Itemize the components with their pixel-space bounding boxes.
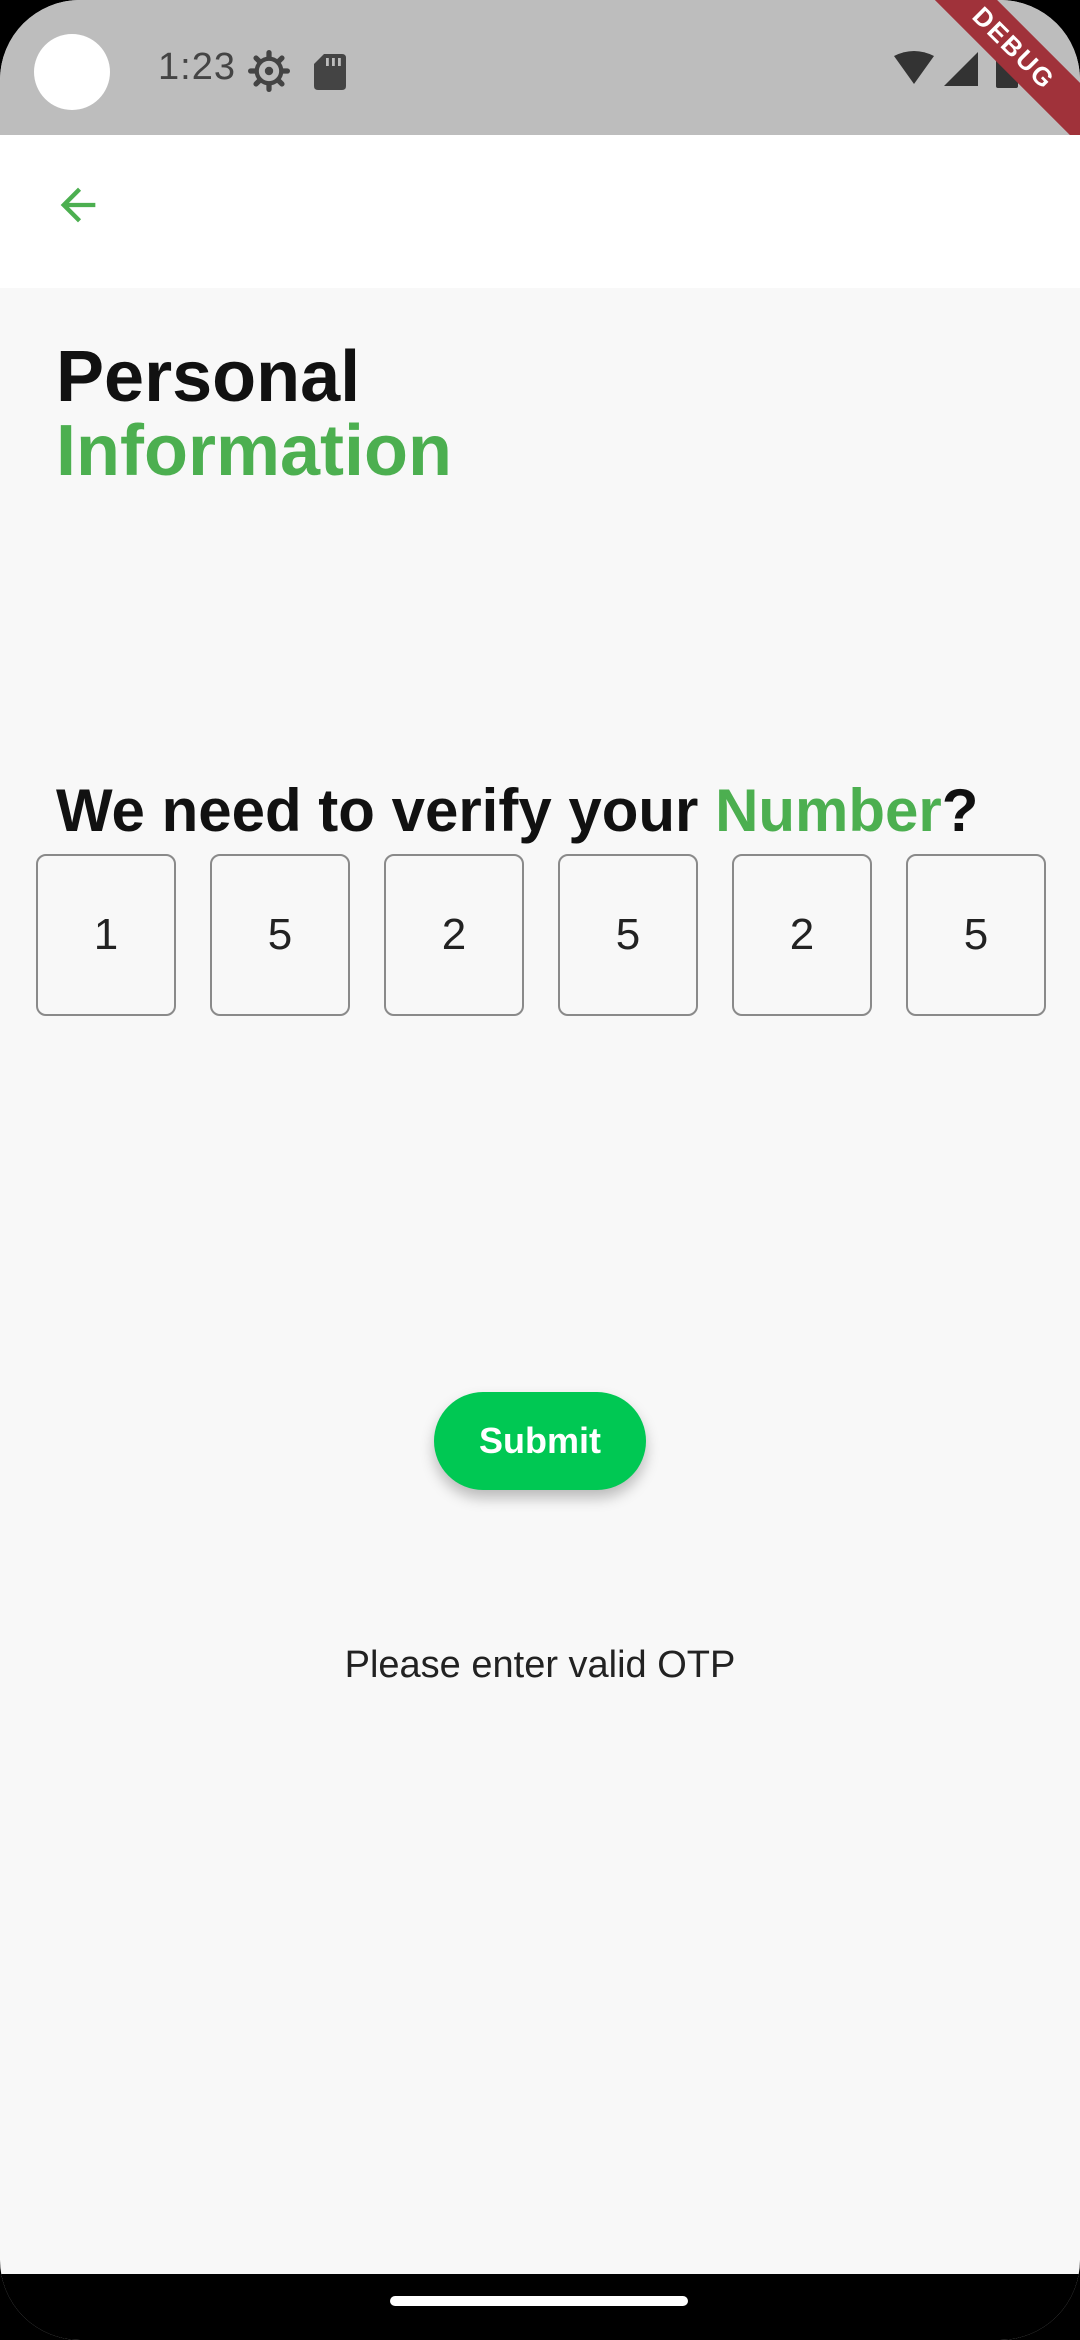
verify-prompt-prefix: We need to verify your	[56, 777, 716, 844]
verify-prompt-suffix: ?	[941, 777, 979, 844]
arrow-left-icon	[60, 187, 96, 223]
signal-icon	[944, 52, 978, 86]
back-button[interactable]	[42, 169, 114, 241]
status-bar: 1:23 DEBUG	[0, 0, 1080, 156]
otp-digit-2[interactable]: 5	[210, 854, 350, 1016]
screen: 1:23 DEBUG Personal Information We need …	[0, 0, 1080, 2340]
gear-icon	[248, 50, 290, 92]
home-gesture-handle[interactable]	[390, 2296, 688, 2306]
error-message: Please enter valid OTP	[344, 1644, 736, 1686]
wifi-icon	[894, 51, 934, 84]
app-bar	[0, 135, 1080, 288]
submit-button[interactable]: Submit	[434, 1392, 646, 1490]
status-time: 1:23	[158, 46, 236, 88]
otp-digit-1[interactable]: 1	[36, 854, 176, 1016]
page-title-line2: Information	[56, 411, 452, 491]
navigation-bar	[0, 2274, 1080, 2340]
otp-digit-3[interactable]: 2	[384, 854, 524, 1016]
sd-card-icon	[314, 54, 346, 90]
camera-cutout	[34, 34, 110, 110]
otp-input-row: 1 5 2 5 2 5	[36, 854, 1046, 1016]
page-title: Personal Information	[56, 340, 452, 488]
verify-prompt-highlight: Number	[715, 777, 942, 844]
verify-prompt: We need to verify your Number?	[56, 776, 978, 845]
otp-digit-5[interactable]: 2	[732, 854, 872, 1016]
otp-digit-6[interactable]: 5	[906, 854, 1046, 1016]
otp-digit-4[interactable]: 5	[558, 854, 698, 1016]
page-title-line1: Personal	[56, 337, 361, 417]
